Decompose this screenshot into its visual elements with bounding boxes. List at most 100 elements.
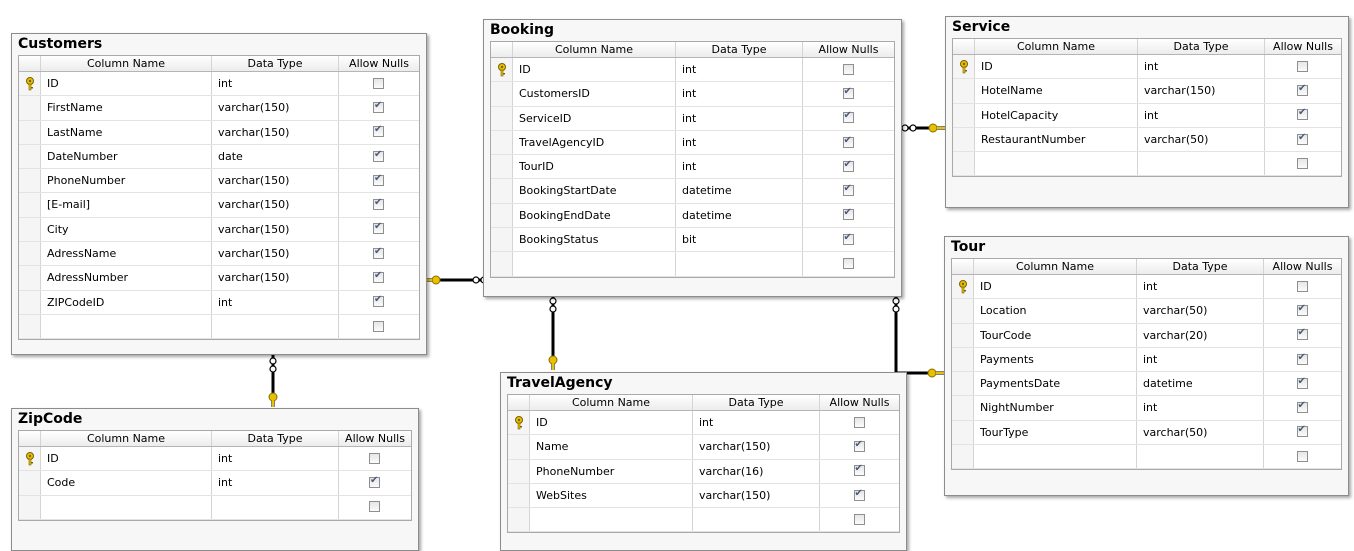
allow-nulls-cell[interactable] [820,411,899,434]
row-selector[interactable] [19,217,41,242]
header-column-name[interactable]: Column Name [41,431,212,446]
header-allow-nulls[interactable]: Allow Nulls [339,431,411,446]
data-type-cell[interactable]: datetime [676,203,803,228]
relationship-service-booking[interactable] [901,123,945,133]
data-type-cell[interactable]: int [676,58,803,82]
allow-nulls-cell[interactable] [1264,324,1341,347]
row-selector[interactable] [952,420,974,445]
allow-nulls-cell[interactable] [820,508,899,531]
column-name-cell[interactable]: ID [530,411,693,435]
column-name-cell[interactable]: PhoneNumber [530,459,693,483]
row-selector[interactable] [952,372,974,396]
allow-nulls-cell[interactable] [339,96,419,119]
unchecked-checkbox[interactable] [842,63,854,75]
column-name-cell[interactable]: TravelAgencyID [513,130,676,155]
data-type-cell[interactable]: varchar(16) [693,459,820,483]
column-name-cell[interactable]: AdressName [41,242,212,266]
allow-nulls-cell[interactable] [339,145,419,168]
allow-nulls-cell[interactable] [339,447,411,470]
row-selector[interactable] [952,299,974,323]
column-name-cell[interactable]: BookingStatus [513,228,676,252]
data-type-cell[interactable]: int [212,447,339,471]
row-selector[interactable] [508,459,530,483]
allow-nulls-cell[interactable] [820,484,899,507]
column-name-cell[interactable]: Code [41,471,212,495]
column-row[interactable]: City varchar(150) [19,217,419,243]
checked-checkbox[interactable] [853,463,865,477]
column-row[interactable]: WebSites varchar(150) [508,483,899,509]
allow-nulls-cell[interactable] [339,291,419,314]
column-name-cell[interactable]: ZIPCodeID [41,290,212,314]
unchecked-checkbox[interactable] [853,513,865,525]
checked-checkbox[interactable] [1297,107,1308,121]
header-allow-nulls[interactable]: Allow Nulls [1265,39,1341,54]
row-selector[interactable] [952,323,974,347]
data-type-cell[interactable]: int [676,106,803,130]
column-row[interactable]: ID int [19,447,411,472]
column-name-cell[interactable] [974,445,1137,469]
column-name-cell[interactable]: TourCode [974,323,1137,347]
column-name-cell[interactable]: FirstName [41,96,212,120]
header-data-type[interactable]: Data Type [1137,259,1264,274]
column-row[interactable]: PaymentsDate datetime [952,372,1341,397]
allow-nulls-cell[interactable] [339,471,411,494]
relationship-travelagency-booking[interactable] [548,296,558,370]
header-column-name[interactable]: Column Name [513,42,676,57]
relationship-zipcode-customers[interactable] [268,355,278,407]
column-row[interactable]: AdressName varchar(150) [19,242,419,267]
data-type-cell[interactable]: int [693,411,820,435]
row-selector[interactable] [19,169,41,193]
column-row[interactable]: CustomersID int [491,82,894,107]
allow-nulls-cell[interactable] [339,242,419,265]
checked-checkbox[interactable] [373,270,384,284]
header-column-name[interactable]: Column Name [41,56,212,71]
column-row[interactable]: BookingStatus bit [491,228,894,253]
allow-nulls-cell[interactable] [339,266,419,289]
row-selector[interactable] [508,435,530,459]
column-row[interactable]: PhoneNumber varchar(150) [19,169,419,194]
row-selector[interactable] [19,471,41,495]
allow-nulls-cell[interactable] [803,58,894,81]
checked-checkbox[interactable] [1296,303,1308,316]
checked-checkbox[interactable] [1296,327,1308,341]
data-type-cell[interactable]: int [1138,55,1265,79]
column-name-cell[interactable]: BookingEndDate [513,203,676,228]
allow-nulls-cell[interactable] [339,218,419,241]
column-row[interactable]: TourType varchar(50) [952,420,1341,446]
row-selector[interactable] [491,155,513,179]
data-type-cell[interactable]: varchar(150) [212,169,339,193]
row-selector[interactable] [19,96,41,120]
row-selector[interactable] [491,130,513,155]
checked-checkbox[interactable] [373,149,384,162]
column-name-cell[interactable]: Location [974,299,1137,323]
row-selector[interactable] [491,106,513,130]
column-name-cell[interactable]: TourID [513,155,676,179]
allow-nulls-cell[interactable] [803,252,894,275]
column-row[interactable]: ServiceID int [491,106,894,131]
unchecked-checkbox[interactable] [373,320,384,332]
row-selector[interactable] [953,127,975,152]
row-selector[interactable] [953,103,975,127]
checked-checkbox[interactable] [842,110,854,124]
data-type-cell[interactable]: varchar(150) [212,96,339,120]
column-row[interactable]: HotelName varchar(150) [953,79,1341,104]
data-type-cell[interactable]: int [1137,347,1264,372]
column-row[interactable]: BookingStartDate datetime [491,179,894,204]
unchecked-checkbox[interactable] [1297,60,1308,72]
allow-nulls-cell[interactable] [803,204,894,227]
checked-checkbox[interactable] [373,246,384,259]
allow-nulls-cell[interactable] [1265,104,1341,127]
row-selector[interactable] [508,411,530,435]
table-booking[interactable]: Booking Column Name Data Type Allow Nulls ID… [483,19,902,297]
header-column-name[interactable]: Column Name [974,259,1137,274]
column-name-cell[interactable]: ServiceID [513,106,676,130]
allow-nulls-cell[interactable] [1264,348,1341,371]
column-name-cell[interactable]: TourType [974,420,1137,445]
allow-nulls-cell[interactable] [1264,299,1341,322]
unchecked-checkbox[interactable] [853,416,865,428]
checked-checkbox[interactable] [373,100,384,113]
data-type-cell[interactable]: int [676,130,803,155]
column-row[interactable]: RestaurantNumber varchar(50) [953,127,1341,153]
table-service[interactable]: Service Column Name Data Type Allow Nulls ID… [945,16,1349,208]
column-name-cell[interactable] [530,508,693,532]
